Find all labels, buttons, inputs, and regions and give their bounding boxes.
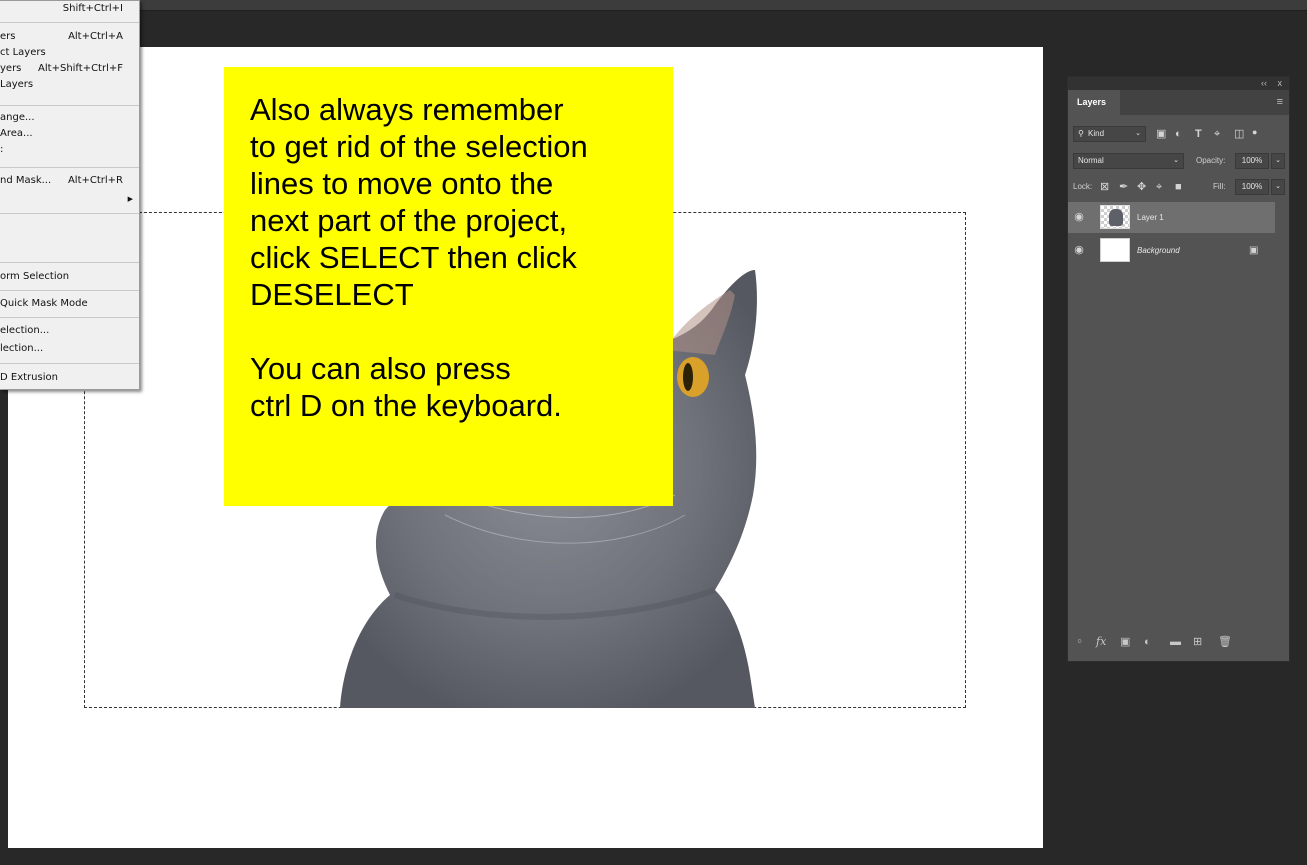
menu-item-focus-area[interactable]: Area... — [0, 126, 139, 142]
fill-chevron-icon[interactable]: ⌄ — [1271, 179, 1285, 195]
chevron-down-icon: ⌄ — [1173, 157, 1179, 164]
shape-layer-filter-icon[interactable]: ⌖ — [1214, 126, 1220, 142]
menu-item-deselect-layers[interactable]: ct Layers — [0, 45, 139, 61]
layer-thumbnail — [1100, 205, 1130, 229]
menu-shortcut: Alt+Ctrl+A — [68, 31, 123, 42]
lock-all-icon[interactable]: ■ — [1175, 179, 1182, 195]
menu-separator — [0, 213, 139, 214]
lock-image-pixels-icon[interactable]: ✒ — [1119, 179, 1128, 195]
type-layer-filter-icon[interactable]: T — [1195, 126, 1202, 142]
note-line: next part of the project, — [250, 203, 568, 238]
note-line: click SELECT then click — [250, 240, 577, 275]
group-folder-icon[interactable]: ▬ — [1170, 631, 1181, 653]
menu-item-load-selection[interactable]: election... — [0, 323, 139, 339]
collapse-icon[interactable]: ‹‹ — [1261, 77, 1267, 90]
menu-separator — [0, 22, 139, 23]
pixel-layer-filter-icon[interactable]: ▣ — [1156, 126, 1166, 142]
lock-icon: ▣ — [1249, 245, 1259, 256]
submenu-arrow-icon: ▶ — [127, 195, 133, 203]
menu-item-color-range[interactable]: ange... — [0, 110, 139, 126]
note-line: lines to move onto the — [250, 166, 554, 201]
layer-name: Layer 1 — [1137, 213, 1164, 222]
eye-icon[interactable]: ◉ — [1073, 210, 1085, 224]
menu-shortcut: Shift+Ctrl+I — [62, 3, 123, 14]
layer-row-layer-1[interactable]: ◉ Layer 1 — [1068, 202, 1275, 233]
menu-separator — [0, 290, 139, 291]
blend-mode-value: Normal — [1078, 156, 1104, 165]
fill-field[interactable]: 100% — [1235, 179, 1269, 195]
layer-name: Background — [1137, 246, 1180, 255]
opacity-field[interactable]: 100% — [1235, 153, 1269, 169]
adjustment-layer-icon[interactable]: ◐ — [1144, 631, 1151, 653]
note-spacer — [250, 313, 661, 350]
filter-kind-label: Kind — [1088, 129, 1105, 138]
note-line: Also always remember — [250, 92, 564, 127]
layer-thumbnail — [1100, 238, 1130, 262]
eye-icon[interactable]: ◉ — [1073, 243, 1085, 257]
blend-mode-dropdown[interactable]: Normal ⌄ — [1073, 153, 1184, 169]
panel-header: ‹‹ x — [1068, 77, 1289, 90]
menu-item-3d-extrusion[interactable]: D Extrusion — [0, 370, 139, 386]
menu-separator — [0, 317, 139, 318]
opacity-chevron-icon[interactable]: ⌄ — [1271, 153, 1285, 169]
link-layers-icon[interactable]: ⚬ — [1075, 631, 1084, 653]
layer-row-background[interactable]: ◉ Background ▣ — [1068, 235, 1275, 266]
filter-row: ⚲ Kind ⌄ ▣ ◐ T ⌖ ◫ ● — [1068, 125, 1289, 143]
menu-separator — [0, 363, 139, 364]
search-icon: ⚲ — [1078, 129, 1084, 138]
layers-bottom-toolbar: ⚬ fx ▣ ◐ ▬ ⊞ 🗑 — [1068, 631, 1289, 653]
lock-row: Lock: ⊠ ✒ ✥ ⌖ ■ Fill: 100% ⌄ — [1068, 178, 1289, 196]
new-layer-icon[interactable]: ⊞ — [1193, 631, 1202, 653]
smart-object-filter-icon[interactable]: ◫ — [1234, 126, 1244, 142]
note-line: DESELECT — [250, 277, 414, 312]
menu-shortcut: Alt+Ctrl+R — [67, 175, 123, 186]
panel-menu-icon[interactable]: ≡ — [1277, 96, 1283, 108]
menu-item-find-layers[interactable]: yers Alt+Shift+Ctrl+F — [0, 61, 139, 77]
menu-item-quick-mask-mode[interactable]: Quick Mask Mode — [0, 296, 139, 312]
menu-item-modify[interactable]: ▶ — [0, 191, 139, 207]
lock-artboard-icon[interactable]: ⌖ — [1156, 179, 1162, 195]
menu-item-transform-selection[interactable]: orm Selection — [0, 269, 139, 285]
blend-row: Normal ⌄ Opacity: 100% ⌄ — [1068, 152, 1289, 170]
opacity-label: Opacity: — [1196, 156, 1226, 165]
note-line: You can also press — [250, 351, 511, 386]
lock-position-icon[interactable]: ✥ — [1137, 179, 1146, 195]
close-icon[interactable]: x — [1278, 77, 1283, 90]
note-line: to get rid of the selection — [250, 129, 588, 164]
top-bar — [0, 0, 1307, 11]
layers-panel: ‹‹ x Layers ≡ ⚲ Kind ⌄ ▣ ◐ T ⌖ ◫ ● Norma… — [1067, 76, 1290, 662]
note-line: ctrl D on the keyboard. — [250, 388, 562, 423]
menu-separator — [0, 262, 139, 263]
fill-label: Fill: — [1213, 182, 1226, 191]
menu-item-subject[interactable]: : — [0, 142, 139, 158]
adjustment-layer-filter-icon[interactable]: ◐ — [1175, 126, 1182, 142]
layer-style-icon[interactable]: fx — [1096, 631, 1106, 653]
lock-transparent-pixels-icon[interactable]: ⊠ — [1100, 179, 1109, 195]
menu-separator — [0, 105, 139, 106]
menu-item-select-and-mask[interactable]: nd Mask... Alt+Ctrl+R — [0, 173, 139, 189]
select-menu: Shift+Ctrl+I ers Alt+Ctrl+A ct Layers yer… — [0, 0, 140, 390]
filter-kind-dropdown[interactable]: ⚲ Kind ⌄ — [1073, 126, 1146, 142]
add-mask-icon[interactable]: ▣ — [1120, 631, 1130, 653]
lock-label: Lock: — [1073, 182, 1093, 191]
menu-shortcut: Alt+Shift+Ctrl+F — [38, 63, 123, 74]
menu-item-all-layers[interactable]: ers Alt+Ctrl+A — [0, 29, 139, 45]
instruction-note: Also always remember to get rid of the s… — [224, 67, 673, 506]
panel-tab-row: Layers ≡ — [1068, 90, 1289, 115]
menu-separator — [0, 167, 139, 168]
chevron-down-icon: ⌄ — [1135, 130, 1141, 137]
filter-toggle-icon[interactable]: ● — [1252, 124, 1257, 140]
menu-item-inverse[interactable]: Shift+Ctrl+I — [0, 1, 139, 17]
menu-item-isolate-layers[interactable]: Layers — [0, 77, 139, 93]
menu-item-save-selection[interactable]: lection... — [0, 341, 139, 357]
tab-layers[interactable]: Layers — [1068, 90, 1120, 115]
trash-icon[interactable]: 🗑 — [1218, 631, 1232, 653]
layer-thumbnail-content — [1109, 209, 1123, 226]
